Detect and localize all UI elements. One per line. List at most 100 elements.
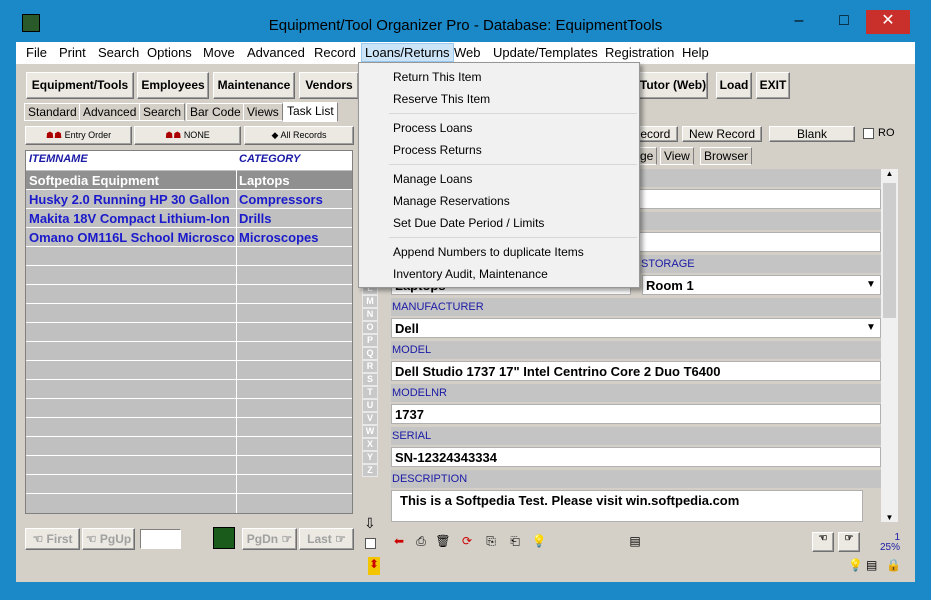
employees-button[interactable]: Employees bbox=[137, 72, 209, 99]
all-records-button[interactable]: ◆ All Records bbox=[244, 126, 354, 145]
next-record-icon[interactable]: ☞ bbox=[838, 532, 860, 552]
letter-q[interactable]: Q bbox=[362, 347, 378, 360]
tab-bar-code[interactable]: Bar Code bbox=[186, 103, 245, 121]
copy-icon[interactable]: ⎘ bbox=[482, 532, 500, 550]
last-button[interactable]: Last ☞ bbox=[299, 528, 354, 550]
menu-item-return-this-item[interactable]: Return This Item bbox=[393, 70, 481, 84]
refresh-icon[interactable]: ⟳ bbox=[458, 532, 476, 550]
tab-view[interactable]: View bbox=[660, 147, 694, 165]
letter-n[interactable]: N bbox=[362, 308, 378, 321]
menu-update-templates[interactable]: Update/Templates bbox=[493, 45, 598, 60]
menu-record[interactable]: Record bbox=[314, 45, 356, 60]
report-icon[interactable]: ▤ bbox=[626, 532, 644, 550]
menu-item-process-returns[interactable]: Process Returns bbox=[393, 143, 482, 157]
ro-label: RO bbox=[878, 127, 895, 139]
serial-field[interactable]: SN-12324343334 bbox=[391, 447, 881, 467]
letter-m[interactable]: M bbox=[362, 295, 378, 308]
split-arrows-icon[interactable]: ⬍ bbox=[368, 557, 380, 575]
menu-registration[interactable]: Registration bbox=[605, 45, 674, 60]
scroll-down-icon[interactable]: ▼ bbox=[881, 513, 898, 522]
table-row[interactable]: Makita 18V Compact Lithium-Ion Drills bbox=[26, 209, 352, 228]
people-icon: ☗☗ bbox=[45, 130, 65, 140]
checkbox[interactable] bbox=[365, 538, 376, 549]
letter-y[interactable]: Y bbox=[362, 451, 378, 464]
tab-task-list[interactable]: Task List bbox=[283, 102, 338, 122]
back-arrow-icon[interactable]: ⬅ bbox=[390, 532, 408, 550]
scroll-up-icon[interactable]: ▲ bbox=[881, 169, 898, 178]
menu-loans-returns[interactable]: Loans/Returns bbox=[361, 43, 454, 62]
form-scrollbar[interactable]: ▲ ▼ bbox=[881, 169, 898, 522]
pgdn-button[interactable]: PgDn ☞ bbox=[242, 528, 297, 550]
abc-icon[interactable] bbox=[213, 527, 235, 549]
letter-s[interactable]: S bbox=[362, 373, 378, 386]
maintenance-button[interactable]: Maintenance bbox=[213, 72, 295, 99]
goto-input[interactable] bbox=[140, 529, 181, 549]
menu-item-reserve-this-item[interactable]: Reserve This Item bbox=[393, 92, 490, 106]
tab-search[interactable]: Search bbox=[139, 103, 186, 121]
menu-web[interactable]: Web bbox=[454, 45, 481, 60]
menu-print[interactable]: Print bbox=[59, 45, 86, 60]
description-field[interactable]: This is a Softpedia Test. Please visit w… bbox=[391, 490, 863, 522]
letter-p[interactable]: P bbox=[362, 334, 378, 347]
print-icon[interactable]: ⎙ bbox=[412, 532, 430, 550]
menu-move[interactable]: Move bbox=[203, 45, 235, 60]
ro-checkbox[interactable] bbox=[863, 128, 874, 139]
dropdown-arrow-icon[interactable]: ▼ bbox=[864, 278, 878, 292]
maximize-button[interactable]: □ bbox=[825, 10, 863, 34]
column-itemname[interactable]: ITEMNAME bbox=[29, 153, 235, 165]
menu-search[interactable]: Search bbox=[98, 45, 139, 60]
menu-file[interactable]: File bbox=[26, 45, 47, 60]
dropdown-arrow-icon[interactable]: ▼ bbox=[864, 321, 878, 335]
table-row[interactable]: Husky 2.0 Running HP 30 Gallon Compressor… bbox=[26, 190, 352, 209]
table-row[interactable]: Omano OM116L School Microsco Microscopes bbox=[26, 228, 352, 247]
menu-advanced[interactable]: Advanced bbox=[247, 45, 305, 60]
entry-order-button[interactable]: ☗☗ Entry Order bbox=[25, 126, 132, 145]
down-arrow-icon[interactable]: ⇩ bbox=[364, 515, 376, 532]
letter-t[interactable]: T bbox=[362, 386, 378, 399]
model-field[interactable]: Dell Studio 1737 17" Intel Centrino Core… bbox=[391, 361, 881, 381]
tutor-web-button[interactable]: Tutor (Web) bbox=[638, 72, 708, 99]
letter-x[interactable]: X bbox=[362, 438, 378, 451]
letter-u[interactable]: U bbox=[362, 399, 378, 412]
tab-advanced[interactable]: Advanced bbox=[79, 103, 141, 121]
table-row[interactable]: Softpedia Equipment Laptops bbox=[26, 171, 352, 190]
menu-item-append-numbers[interactable]: Append Numbers to duplicate Items bbox=[393, 245, 584, 259]
blank-button[interactable]: Blank bbox=[769, 126, 855, 142]
lightbulb-icon[interactable]: 💡 bbox=[530, 532, 548, 550]
menu-options[interactable]: Options bbox=[147, 45, 192, 60]
new-record-button[interactable]: New Record bbox=[682, 126, 762, 142]
paste-icon[interactable]: ⎗ bbox=[506, 532, 524, 550]
column-category[interactable]: CATEGORY bbox=[239, 153, 349, 165]
close-button[interactable]: ✕ bbox=[866, 10, 910, 34]
menu-help[interactable]: Help bbox=[682, 45, 709, 60]
menu-item-manage-loans[interactable]: Manage Loans bbox=[393, 172, 472, 186]
tab-browser[interactable]: Browser bbox=[700, 147, 753, 165]
letter-r[interactable]: R bbox=[362, 360, 378, 373]
manufacturer-field[interactable]: Dell ▼ bbox=[391, 318, 881, 338]
prev-record-icon[interactable]: ☜ bbox=[812, 532, 834, 552]
scroll-thumb[interactable] bbox=[883, 183, 896, 318]
first-button[interactable]: ☜ First bbox=[25, 528, 80, 550]
letter-v[interactable]: V bbox=[362, 412, 378, 425]
equipment-tools-button[interactable]: Equipment/Tools bbox=[26, 72, 134, 99]
menu-item-manage-reservations[interactable]: Manage Reservations bbox=[393, 194, 510, 208]
load-button[interactable]: Load bbox=[716, 72, 752, 99]
vendors-button[interactable]: Vendors bbox=[299, 72, 359, 99]
tab-standard[interactable]: Standard bbox=[24, 103, 81, 121]
none-filter-button[interactable]: ☗☗ NONE bbox=[134, 126, 241, 145]
menu-item-set-due-date[interactable]: Set Due Date Period / Limits bbox=[393, 216, 544, 230]
letter-o[interactable]: O bbox=[362, 321, 378, 334]
cell-item: Makita 18V Compact Lithium-Ion bbox=[29, 211, 230, 226]
pgup-button[interactable]: ☜ PgUp bbox=[82, 528, 135, 550]
trash-icon[interactable]: 🗑 bbox=[434, 532, 452, 550]
tab-views[interactable]: Views bbox=[243, 103, 283, 121]
storage-field[interactable]: Room 1 ▼ bbox=[642, 275, 881, 295]
minimize-button[interactable]: – bbox=[780, 10, 818, 34]
letter-z[interactable]: Z bbox=[362, 464, 378, 477]
letter-w[interactable]: W bbox=[362, 425, 378, 438]
alphabet-index: LM NO PQ RS TU VW XY Z bbox=[362, 282, 378, 477]
modelnr-field[interactable]: 1737 bbox=[391, 404, 881, 424]
menu-item-inventory-audit[interactable]: Inventory Audit, Maintenance bbox=[393, 267, 548, 281]
exit-button[interactable]: EXIT bbox=[756, 72, 790, 99]
menu-item-process-loans[interactable]: Process Loans bbox=[393, 121, 472, 135]
